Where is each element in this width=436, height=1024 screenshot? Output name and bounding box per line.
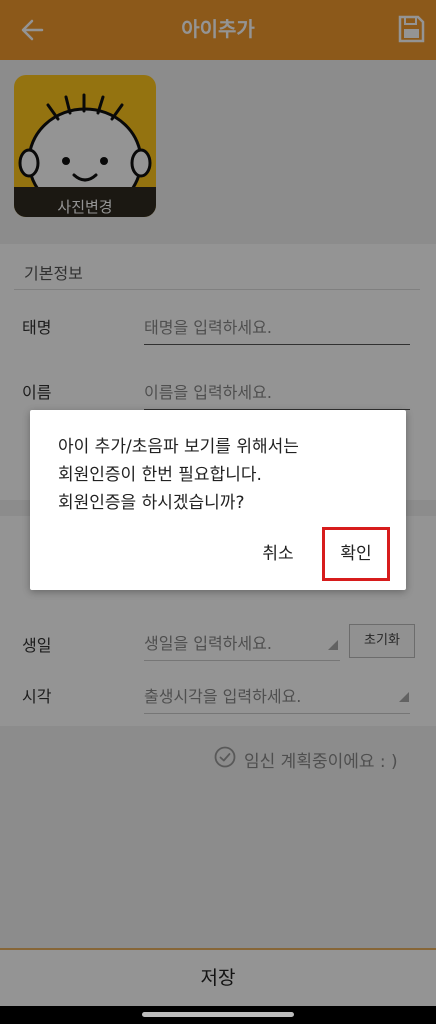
dialog-message-line: 아이 추가/초음파 보기를 위해서는: [58, 437, 299, 457]
cancel-button[interactable]: 취소: [248, 532, 308, 576]
dialog-message-line: 회원인증이 한번 필요합니다.: [58, 465, 262, 485]
confirm-button[interactable]: 확인: [322, 527, 390, 581]
dialog-message-line: 회원인증을 하시겠습니까?: [58, 493, 245, 513]
confirm-dialog: 아이 추가/초음파 보기를 위해서는 회원인증이 한번 필요합니다. 회원인증을…: [30, 410, 406, 590]
dialog-message: 아이 추가/초음파 보기를 위해서는 회원인증이 한번 필요합니다. 회원인증을…: [58, 433, 388, 517]
home-indicator[interactable]: [142, 1012, 294, 1017]
